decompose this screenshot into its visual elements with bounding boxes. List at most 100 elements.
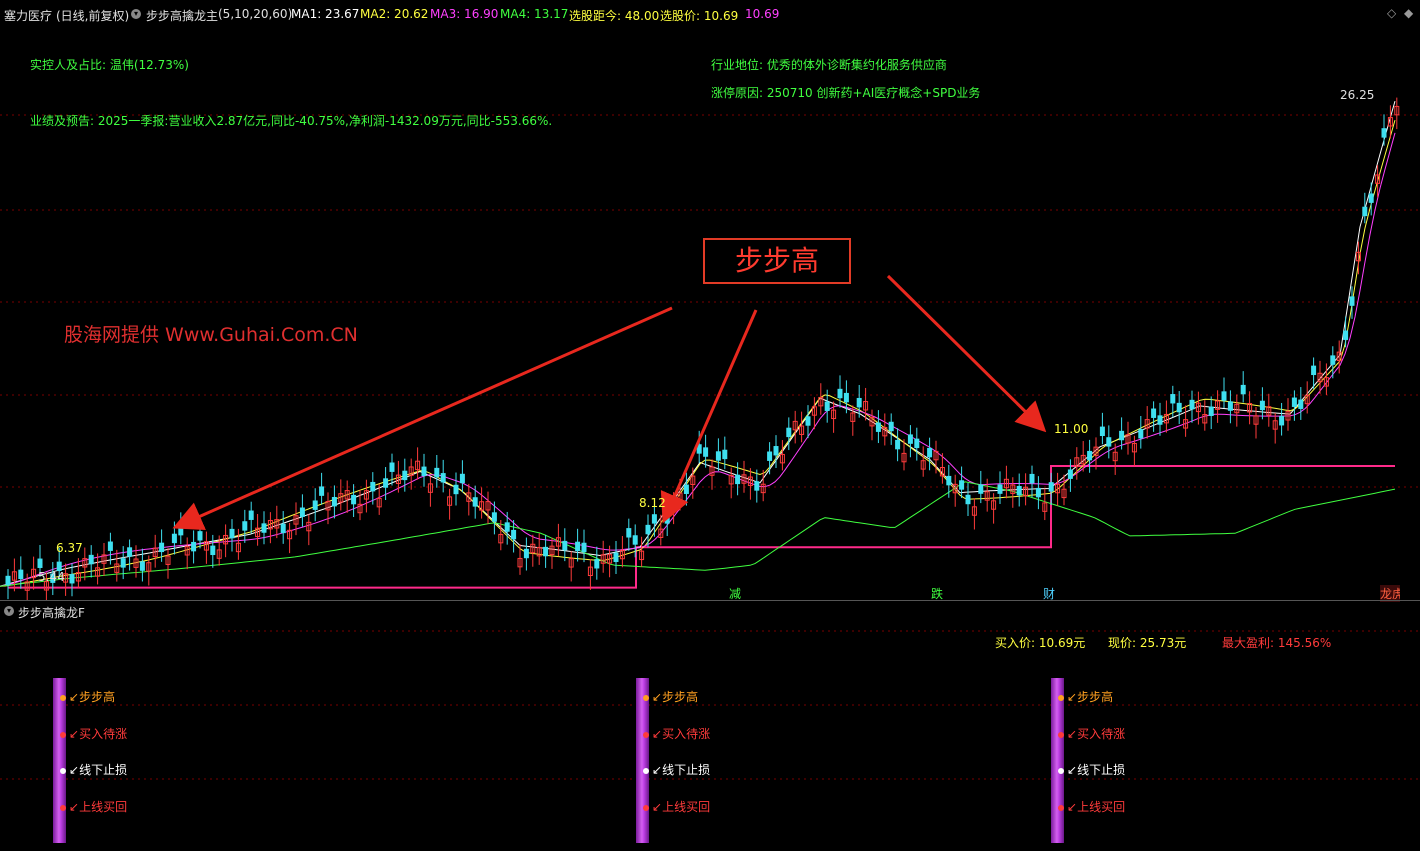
candle-body <box>1227 401 1233 411</box>
candle-body <box>1157 415 1163 425</box>
indicator-dropdown-icon[interactable]: ▾ <box>131 9 141 19</box>
candle-body <box>69 574 75 584</box>
stock-name[interactable]: 塞力医疗 <box>4 7 52 24</box>
candle-body <box>5 575 11 586</box>
candle-body <box>453 484 459 495</box>
signal-label-rebuy: ↙上线买回 <box>643 798 710 815</box>
candle-body <box>139 561 145 571</box>
candle-body <box>229 528 235 539</box>
limit-reason-info: 涨停原因: 250710 创新药+AI医疗概念+SPD业务 <box>711 86 981 100</box>
candle-body <box>1170 394 1176 404</box>
ma1-value: MA1: 23.67 <box>291 7 360 21</box>
candle-body <box>248 510 254 520</box>
candle-body <box>805 416 811 426</box>
signal-label-rise: ↙步步高 <box>60 688 115 705</box>
candle-body <box>843 392 849 403</box>
candle-body <box>1029 473 1035 484</box>
candle-body <box>1259 400 1265 411</box>
candle-body <box>1119 430 1125 441</box>
signal-label-buy: ↙买入待涨 <box>60 725 127 742</box>
candle-body <box>1311 365 1317 376</box>
candle-body <box>1106 437 1112 447</box>
candle-body <box>191 541 197 552</box>
candle-body <box>1067 469 1073 479</box>
ma2-value: MA2: 20.62 <box>360 7 429 21</box>
candle-body <box>389 462 395 472</box>
candle-body <box>824 401 830 411</box>
candle-body <box>1349 296 1355 306</box>
candle-body <box>767 451 773 461</box>
candle-body <box>1176 402 1182 413</box>
candle-body <box>632 535 638 545</box>
price-label-p3: 11.00 <box>1054 422 1089 436</box>
candle-body <box>261 523 267 533</box>
collapse-icon[interactable]: ◆ <box>1404 6 1413 20</box>
candle-body <box>927 447 933 458</box>
candle-body <box>1368 193 1374 203</box>
candle-body <box>978 484 984 494</box>
candle-body <box>907 434 913 444</box>
candle-body <box>299 507 305 517</box>
candle-body <box>127 547 133 557</box>
price-label-high: 26.25 <box>1340 88 1375 102</box>
candle-body <box>37 558 43 568</box>
candle-body <box>683 484 689 494</box>
period-label[interactable]: (日线,前复权) <box>56 7 129 24</box>
candle-body <box>543 546 549 557</box>
sub-panel-title[interactable]: 步步高擒龙F <box>18 604 85 621</box>
sub-indicator-panel[interactable]: ▾ 步步高擒龙F 买入价: 10.69元 现价: 25.73元 最大盈利: 14… <box>0 601 1420 851</box>
ma3-value: MA3: 16.90 <box>430 7 499 21</box>
candle-body <box>1279 416 1285 426</box>
candle-body <box>120 558 126 568</box>
chart-header: 塞力医疗 (日线,前复权) ▾ 步步高擒龙主 (5,10,20,60) MA1:… <box>0 0 1420 30</box>
industry-info: 行业地位: 优秀的体外诊断集约化服务供应商 <box>711 58 947 72</box>
candle-body <box>459 473 465 484</box>
candle-body <box>210 545 216 556</box>
candle-body <box>1048 482 1054 492</box>
candle-body <box>1362 206 1368 217</box>
annotation-arrow <box>886 274 1047 433</box>
buy-price: 买入价: 10.69元 <box>995 636 1086 650</box>
candle-body <box>1087 450 1093 461</box>
current-price: 现价: 25.73元 <box>1108 636 1187 650</box>
candle-body <box>965 494 971 505</box>
candle-body <box>594 559 600 569</box>
candle-body <box>914 438 920 449</box>
signal-label-rise: ↙步步高 <box>1058 688 1113 705</box>
price-label-p2: 8.12 <box>639 496 666 510</box>
signal-label-rebuy: ↙上线买回 <box>60 798 127 815</box>
candle-body <box>472 497 478 507</box>
performance-info: 业绩及预告: 2025一季报:营业收入2.87亿元,同比-40.75%,净利润-… <box>30 114 553 128</box>
signal-label-buy: ↙买入待涨 <box>643 725 710 742</box>
candle-body <box>773 446 779 456</box>
candle-body <box>197 531 203 541</box>
candle-body <box>837 388 843 399</box>
watermark-text: 股海网提供 Www.Guhai.Com.CN <box>64 324 358 346</box>
main-chart-panel[interactable]: 实控人及占比: 温伟(12.73%) 行业地位: 优秀的体外诊断集约化服务供应商… <box>0 30 1420 602</box>
candle-body <box>1099 426 1105 437</box>
candle-body <box>581 542 587 553</box>
candle-body <box>786 427 792 438</box>
candle-body <box>1330 355 1336 365</box>
candle-body <box>856 397 862 408</box>
ma3-line <box>0 132 1396 587</box>
pick-price-extra: 10.69 <box>745 7 780 21</box>
candle-body <box>370 481 376 492</box>
candle-body <box>1035 487 1041 498</box>
candle-body <box>421 466 427 476</box>
candle-body <box>1189 399 1195 410</box>
candle-body <box>959 480 965 490</box>
candle-body <box>997 484 1003 494</box>
pick-distance: 选股距今: 48.00 <box>569 9 660 23</box>
candle-body <box>178 525 184 536</box>
candle-body <box>171 533 177 544</box>
sub-dropdown-icon[interactable]: ▾ <box>4 606 14 616</box>
candle-body <box>754 481 760 491</box>
indicator-name[interactable]: 步步高擒龙主 <box>146 7 218 24</box>
candle-body <box>242 521 248 531</box>
price-label-low: 5.44 <box>38 570 65 584</box>
candle-body <box>1138 429 1144 439</box>
max-profit: 最大盈利: 145.56% <box>1222 636 1332 650</box>
pick-price: 选股价: 10.69 <box>660 9 739 23</box>
expand-icon[interactable]: ◇ <box>1387 6 1396 20</box>
